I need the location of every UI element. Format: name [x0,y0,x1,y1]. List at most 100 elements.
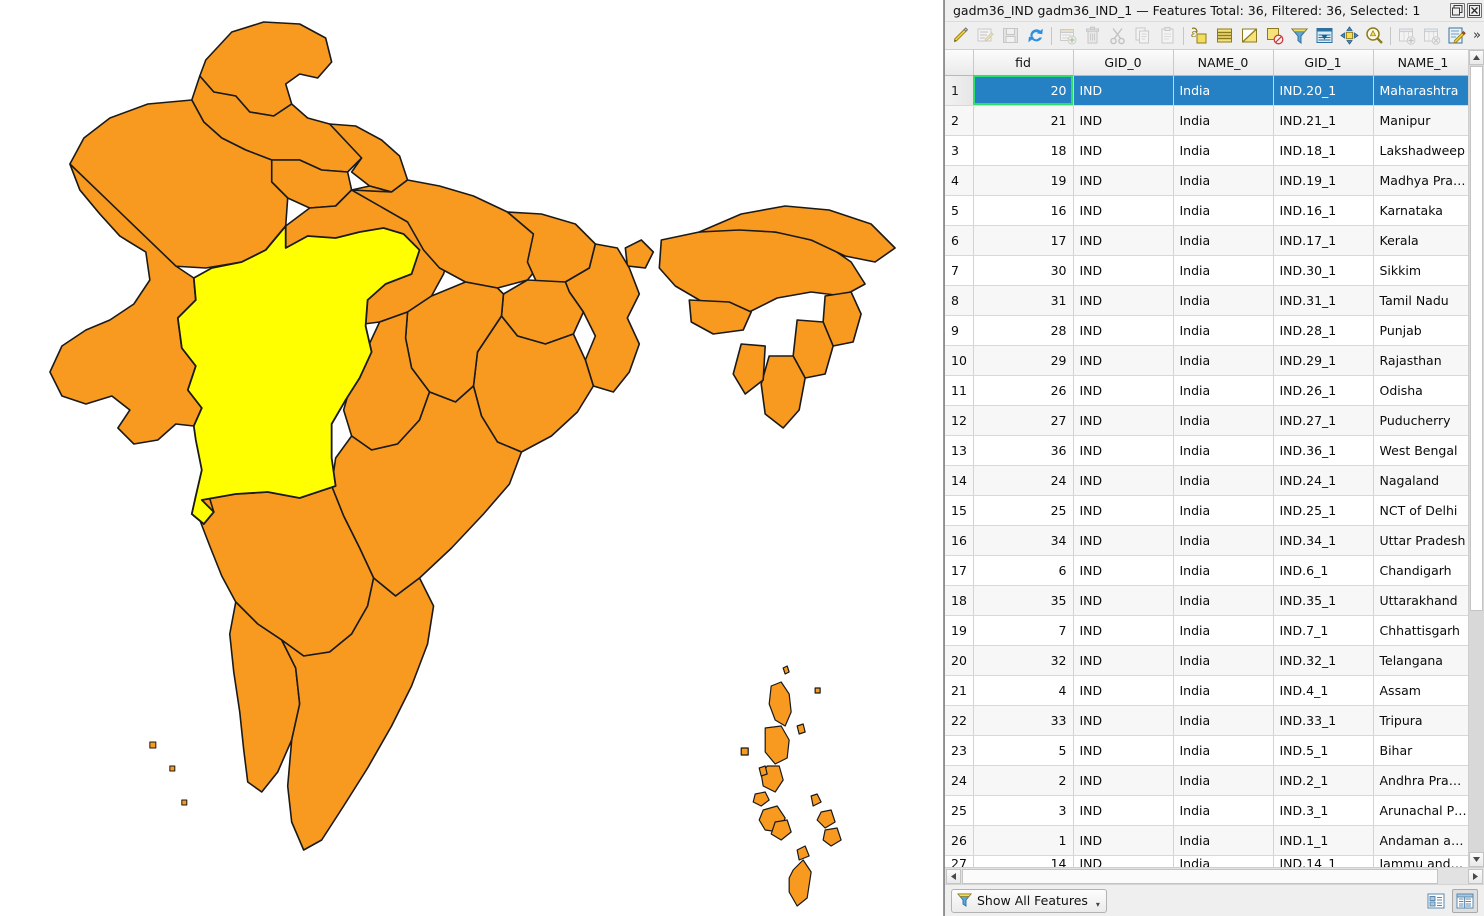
cell-fid[interactable]: 5 [973,735,1074,766]
cell-fid[interactable]: 16 [973,195,1074,226]
cell-fid[interactable]: 32 [973,645,1074,676]
cell-gid_1[interactable]: IND.1_1 [1273,825,1374,856]
cell-fid[interactable]: 6 [973,555,1074,586]
cell-gid_0[interactable]: IND [1073,615,1174,646]
cell-name_1[interactable]: Uttarakhand [1373,585,1468,616]
column-header-gid0[interactable]: GID_0 [1073,50,1174,76]
row-number-cell[interactable]: 1 [945,75,974,106]
table-vertical-scrollbar[interactable] [1468,50,1484,867]
table-row[interactable]: 16 34 IND India IND.34_1 Uttar Pradesh [945,525,1468,556]
table-row[interactable]: 22 33 IND India IND.33_1 Tripura [945,705,1468,736]
cell-gid_0[interactable]: IND [1073,405,1174,436]
cell-name_0[interactable]: India [1173,855,1274,867]
cell-name_0[interactable]: India [1173,345,1274,376]
cell-name_0[interactable]: India [1173,225,1274,256]
cell-gid_0[interactable]: IND [1073,495,1174,526]
select-all-icon[interactable] [1212,24,1237,48]
cell-name_1[interactable]: Assam [1373,675,1468,706]
table-row[interactable]: 3 18 IND India IND.18_1 Lakshadweep [945,135,1468,166]
cell-fid[interactable]: 4 [973,675,1074,706]
cell-name_1[interactable]: Uttar Pradesh [1373,525,1468,556]
cell-gid_0[interactable]: IND [1073,645,1174,676]
cell-name_0[interactable]: India [1173,315,1274,346]
move-selection-to-top-icon[interactable] [1312,24,1337,48]
cell-name_0[interactable]: India [1173,105,1274,136]
cell-gid_1[interactable]: IND.36_1 [1273,435,1374,466]
attribute-table-viewport[interactable]: fid GID_0 NAME_0 GID_1 NAME_1 1 20 IND Indi… [945,50,1468,867]
cell-fid[interactable]: 18 [973,135,1074,166]
cell-name_1[interactable]: Andhra Pra… [1373,765,1468,796]
cell-fid[interactable]: 3 [973,795,1074,826]
table-row[interactable]: 21 4 IND India IND.4_1 Assam [945,675,1468,706]
cell-name_1[interactable]: Punjab [1373,315,1468,346]
cell-name_0[interactable]: India [1173,435,1274,466]
row-number-cell[interactable]: 22 [945,705,974,736]
table-row[interactable]: 15 25 IND India IND.25_1 NCT of Delhi [945,495,1468,526]
table-row[interactable]: 9 28 IND India IND.28_1 Punjab [945,315,1468,346]
row-number-cell[interactable]: 20 [945,645,974,676]
cell-name_0[interactable]: India [1173,75,1274,106]
row-number-cell[interactable]: 16 [945,525,974,556]
cell-gid_1[interactable]: IND.30_1 [1273,255,1374,286]
table-row[interactable]: 1 20 IND India IND.20_1 Maharashtra [945,75,1468,106]
table-row[interactable]: 25 3 IND India IND.3_1 Arunachal P… [945,795,1468,826]
cell-gid_1[interactable]: IND.29_1 [1273,345,1374,376]
row-number-cell[interactable]: 26 [945,825,974,856]
cell-name_1[interactable]: Jammu and… [1373,855,1468,867]
cell-name_0[interactable]: India [1173,765,1274,796]
cell-name_0[interactable]: India [1173,165,1274,196]
table-row[interactable]: 4 19 IND India IND.19_1 Madhya Pra… [945,165,1468,196]
cell-fid[interactable]: 7 [973,615,1074,646]
scroll-up-arrow-icon[interactable] [1469,50,1484,65]
row-number-cell[interactable]: 27 [945,855,974,867]
cell-name_0[interactable]: India [1173,495,1274,526]
cell-gid_1[interactable]: IND.20_1 [1273,75,1374,106]
row-number-cell[interactable]: 17 [945,555,974,586]
cell-fid[interactable]: 24 [973,465,1074,496]
cell-gid_1[interactable]: IND.7_1 [1273,615,1374,646]
cell-fid[interactable]: 29 [973,345,1074,376]
row-number-cell[interactable]: 4 [945,165,974,196]
cell-gid_0[interactable]: IND [1073,855,1174,867]
cell-gid_1[interactable]: IND.4_1 [1273,675,1374,706]
cell-name_1[interactable]: Kerala [1373,225,1468,256]
cell-gid_0[interactable]: IND [1073,135,1174,166]
cell-gid_0[interactable]: IND [1073,765,1174,796]
cell-fid[interactable]: 36 [973,435,1074,466]
row-number-cell[interactable]: 11 [945,375,974,406]
cell-name_1[interactable]: Madhya Pra… [1373,165,1468,196]
toolbar-overflow-button[interactable]: » [1469,29,1484,42]
row-number-cell[interactable]: 10 [945,345,974,376]
table-row[interactable]: 8 31 IND India IND.31_1 Tamil Nadu [945,285,1468,316]
table-row[interactable]: 23 5 IND India IND.5_1 Bihar [945,735,1468,766]
cell-name_1[interactable]: Tripura [1373,705,1468,736]
cell-gid_0[interactable]: IND [1073,375,1174,406]
cell-gid_0[interactable]: IND [1073,735,1174,766]
cell-fid[interactable]: 33 [973,705,1074,736]
cell-name_1[interactable]: Rajasthan [1373,345,1468,376]
cell-name_0[interactable]: India [1173,735,1274,766]
row-number-cell[interactable]: 8 [945,285,974,316]
cell-gid_0[interactable]: IND [1073,285,1174,316]
cell-name_1[interactable]: NCT of Delhi [1373,495,1468,526]
cell-name_1[interactable]: Maharashtra [1373,75,1468,106]
row-number-cell[interactable]: 18 [945,585,974,616]
cell-gid_0[interactable]: IND [1073,525,1174,556]
cell-gid_1[interactable]: IND.21_1 [1273,105,1374,136]
cell-name_0[interactable]: India [1173,825,1274,856]
cell-name_1[interactable]: Telangana [1373,645,1468,676]
cell-name_0[interactable]: India [1173,405,1274,436]
table-horizontal-scrollbar[interactable] [945,867,1484,884]
cell-gid_0[interactable]: IND [1073,675,1174,706]
column-header-name1[interactable]: NAME_1 [1373,50,1468,76]
cell-name_1[interactable]: Tamil Nadu [1373,285,1468,316]
cell-gid_1[interactable]: IND.35_1 [1273,585,1374,616]
table-row[interactable]: 11 26 IND India IND.26_1 Odisha [945,375,1468,406]
cell-fid[interactable]: 19 [973,165,1074,196]
scroll-down-arrow-icon[interactable] [1469,852,1484,867]
row-number-cell[interactable]: 3 [945,135,974,166]
horizontal-scroll-thumb[interactable] [962,869,1438,884]
select-by-expression-icon[interactable]: ε [1187,24,1212,48]
filter-selection-icon[interactable] [1287,24,1312,48]
cell-fid[interactable]: 20 [973,75,1074,106]
